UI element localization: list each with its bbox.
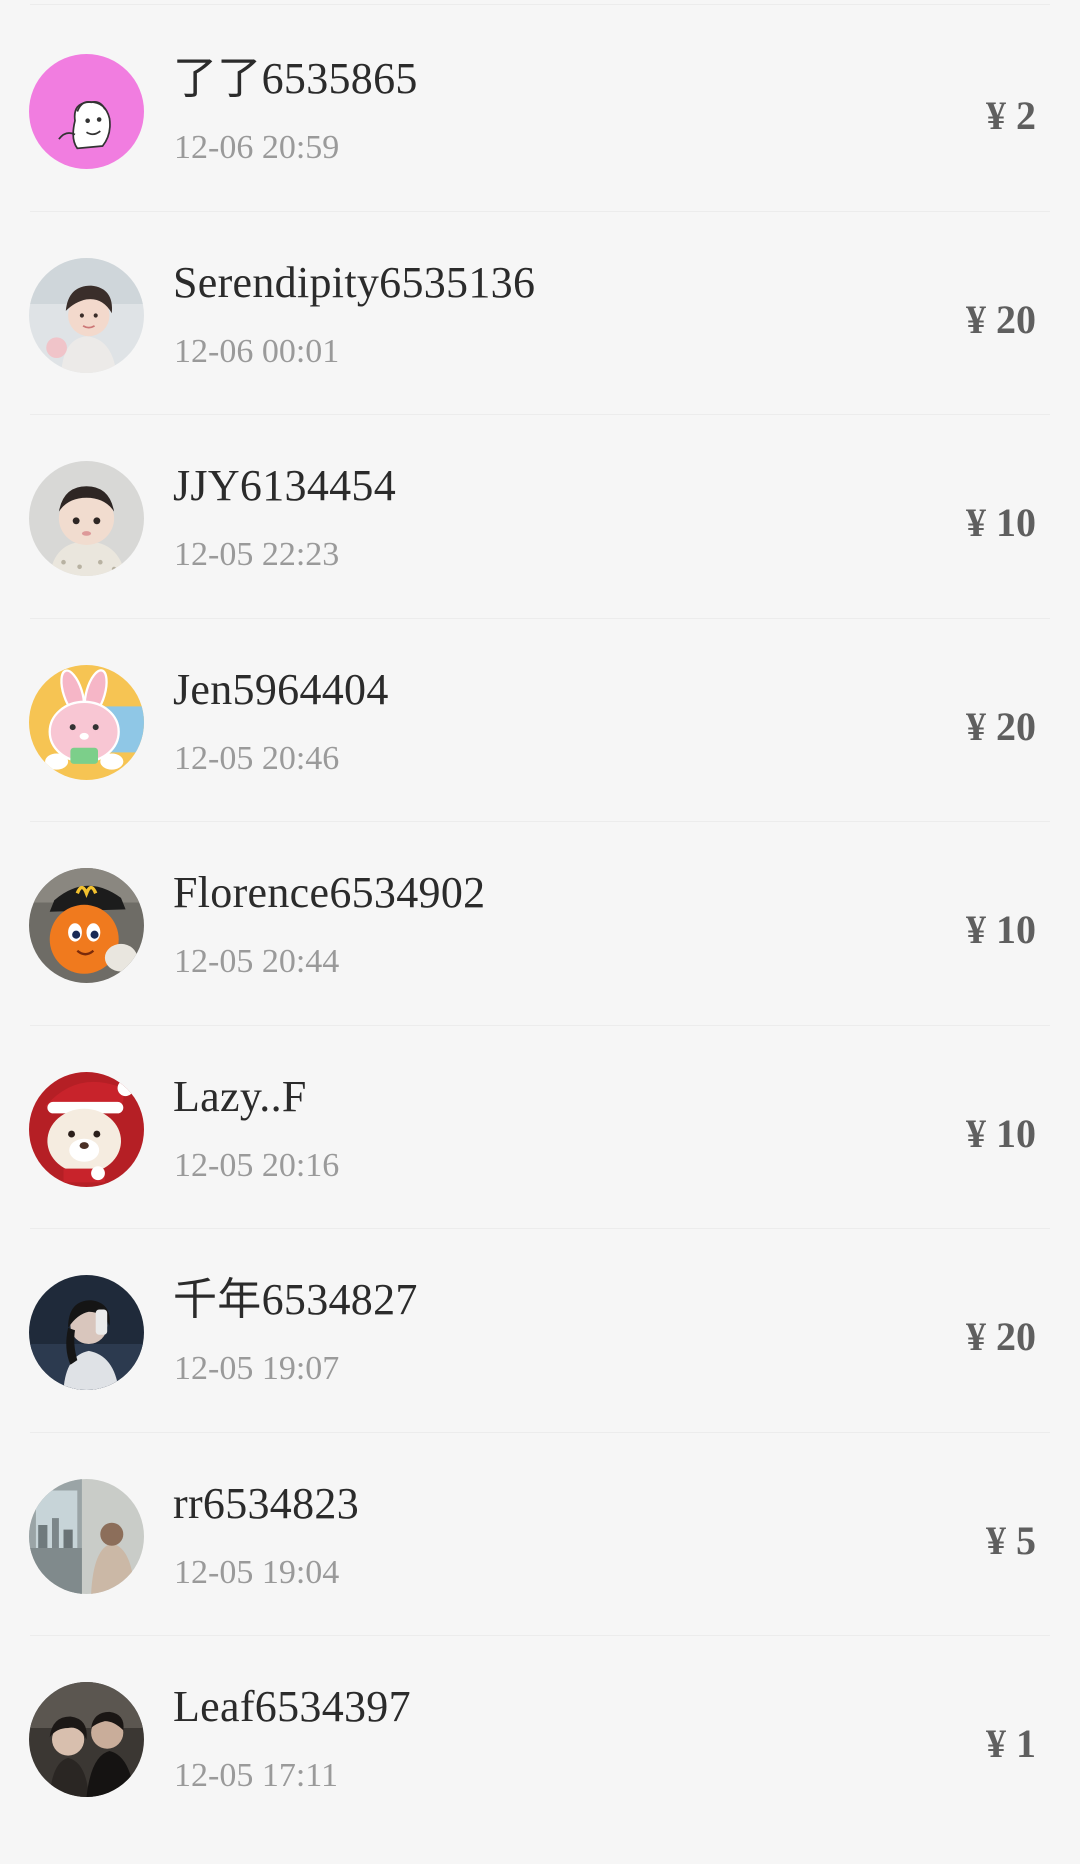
- tipper-name: Florence6534902: [173, 868, 486, 917]
- tipper-name: Serendipity6535136: [173, 257, 536, 307]
- tip-amount: ¥ 2: [986, 93, 1036, 138]
- cartoon-face-pink-avatar[interactable]: [29, 54, 144, 169]
- list-item[interactable]: 千年6534827 12-05 19:07 ¥ 20: [0, 1229, 1080, 1433]
- tip-list: 了了6535865 12-06 20:59 ¥ 2 Serendipity653…: [0, 8, 1080, 1840]
- list-item[interactable]: 了了6535865 12-06 20:59 ¥ 2: [0, 8, 1080, 212]
- tip-amount: ¥ 20: [966, 1314, 1036, 1359]
- list-item[interactable]: Serendipity6535136 12-06 00:01 ¥ 20: [0, 212, 1080, 415]
- top-divider: [30, 4, 1050, 5]
- tip-amount: ¥ 10: [966, 1110, 1036, 1156]
- tip-time: 12-06 20:59: [174, 129, 340, 166]
- list-item[interactable]: Leaf6534397 12-05 17:11 ¥ 1: [0, 1636, 1080, 1840]
- tip-time: 12-05 20:44: [174, 943, 340, 980]
- tip-amount: ¥ 1: [986, 1721, 1036, 1766]
- orange-mascot-avatar[interactable]: [29, 868, 144, 983]
- tip-time: 12-05 17:11: [174, 1757, 339, 1794]
- tipper-name: JJY6134454: [173, 461, 397, 510]
- christmas-bear-avatar[interactable]: [29, 1071, 144, 1187]
- tip-time: 12-05 20:16: [174, 1146, 340, 1184]
- couple-photo-avatar[interactable]: [29, 1682, 144, 1797]
- girl-photo-avatar[interactable]: [29, 257, 144, 373]
- tip-amount: ¥ 10: [966, 500, 1036, 545]
- tipper-name: Leaf6534397: [173, 1682, 411, 1731]
- list-item[interactable]: rr6534823 12-05 19:04 ¥ 5: [0, 1433, 1080, 1636]
- tip-amount: ¥ 5: [986, 1517, 1036, 1563]
- dark-portrait-avatar[interactable]: [29, 1275, 144, 1390]
- tip-time: 12-05 22:23: [174, 536, 340, 573]
- tipper-name: 千年6534827: [173, 1275, 418, 1324]
- tipper-name: Lazy..F: [173, 1071, 307, 1121]
- tip-time: 12-05 20:46: [174, 739, 340, 777]
- baby-photo-avatar[interactable]: [29, 461, 144, 576]
- tip-amount: ¥ 20: [966, 703, 1036, 749]
- tip-amount: ¥ 10: [966, 907, 1036, 952]
- tip-time: 12-05 19:04: [174, 1553, 340, 1591]
- tip-time: 12-06 00:01: [174, 332, 340, 370]
- tip-amount: ¥ 20: [966, 296, 1036, 342]
- list-item[interactable]: JJY6134454 12-05 22:23 ¥ 10: [0, 415, 1080, 619]
- tipper-name: rr6534823: [173, 1478, 360, 1528]
- list-item[interactable]: Lazy..F 12-05 20:16 ¥ 10: [0, 1026, 1080, 1229]
- pink-bunny-cartoon-avatar[interactable]: [29, 664, 144, 780]
- list-item[interactable]: Florence6534902 12-05 20:44 ¥ 10: [0, 822, 1080, 1026]
- tip-time: 12-05 19:07: [174, 1350, 340, 1387]
- tipper-name: Jen5964404: [173, 664, 389, 714]
- list-item[interactable]: Jen5964404 12-05 20:46 ¥ 20: [0, 619, 1080, 822]
- tipper-name: 了了6535865: [173, 54, 418, 103]
- window-scene-avatar[interactable]: [29, 1478, 144, 1594]
